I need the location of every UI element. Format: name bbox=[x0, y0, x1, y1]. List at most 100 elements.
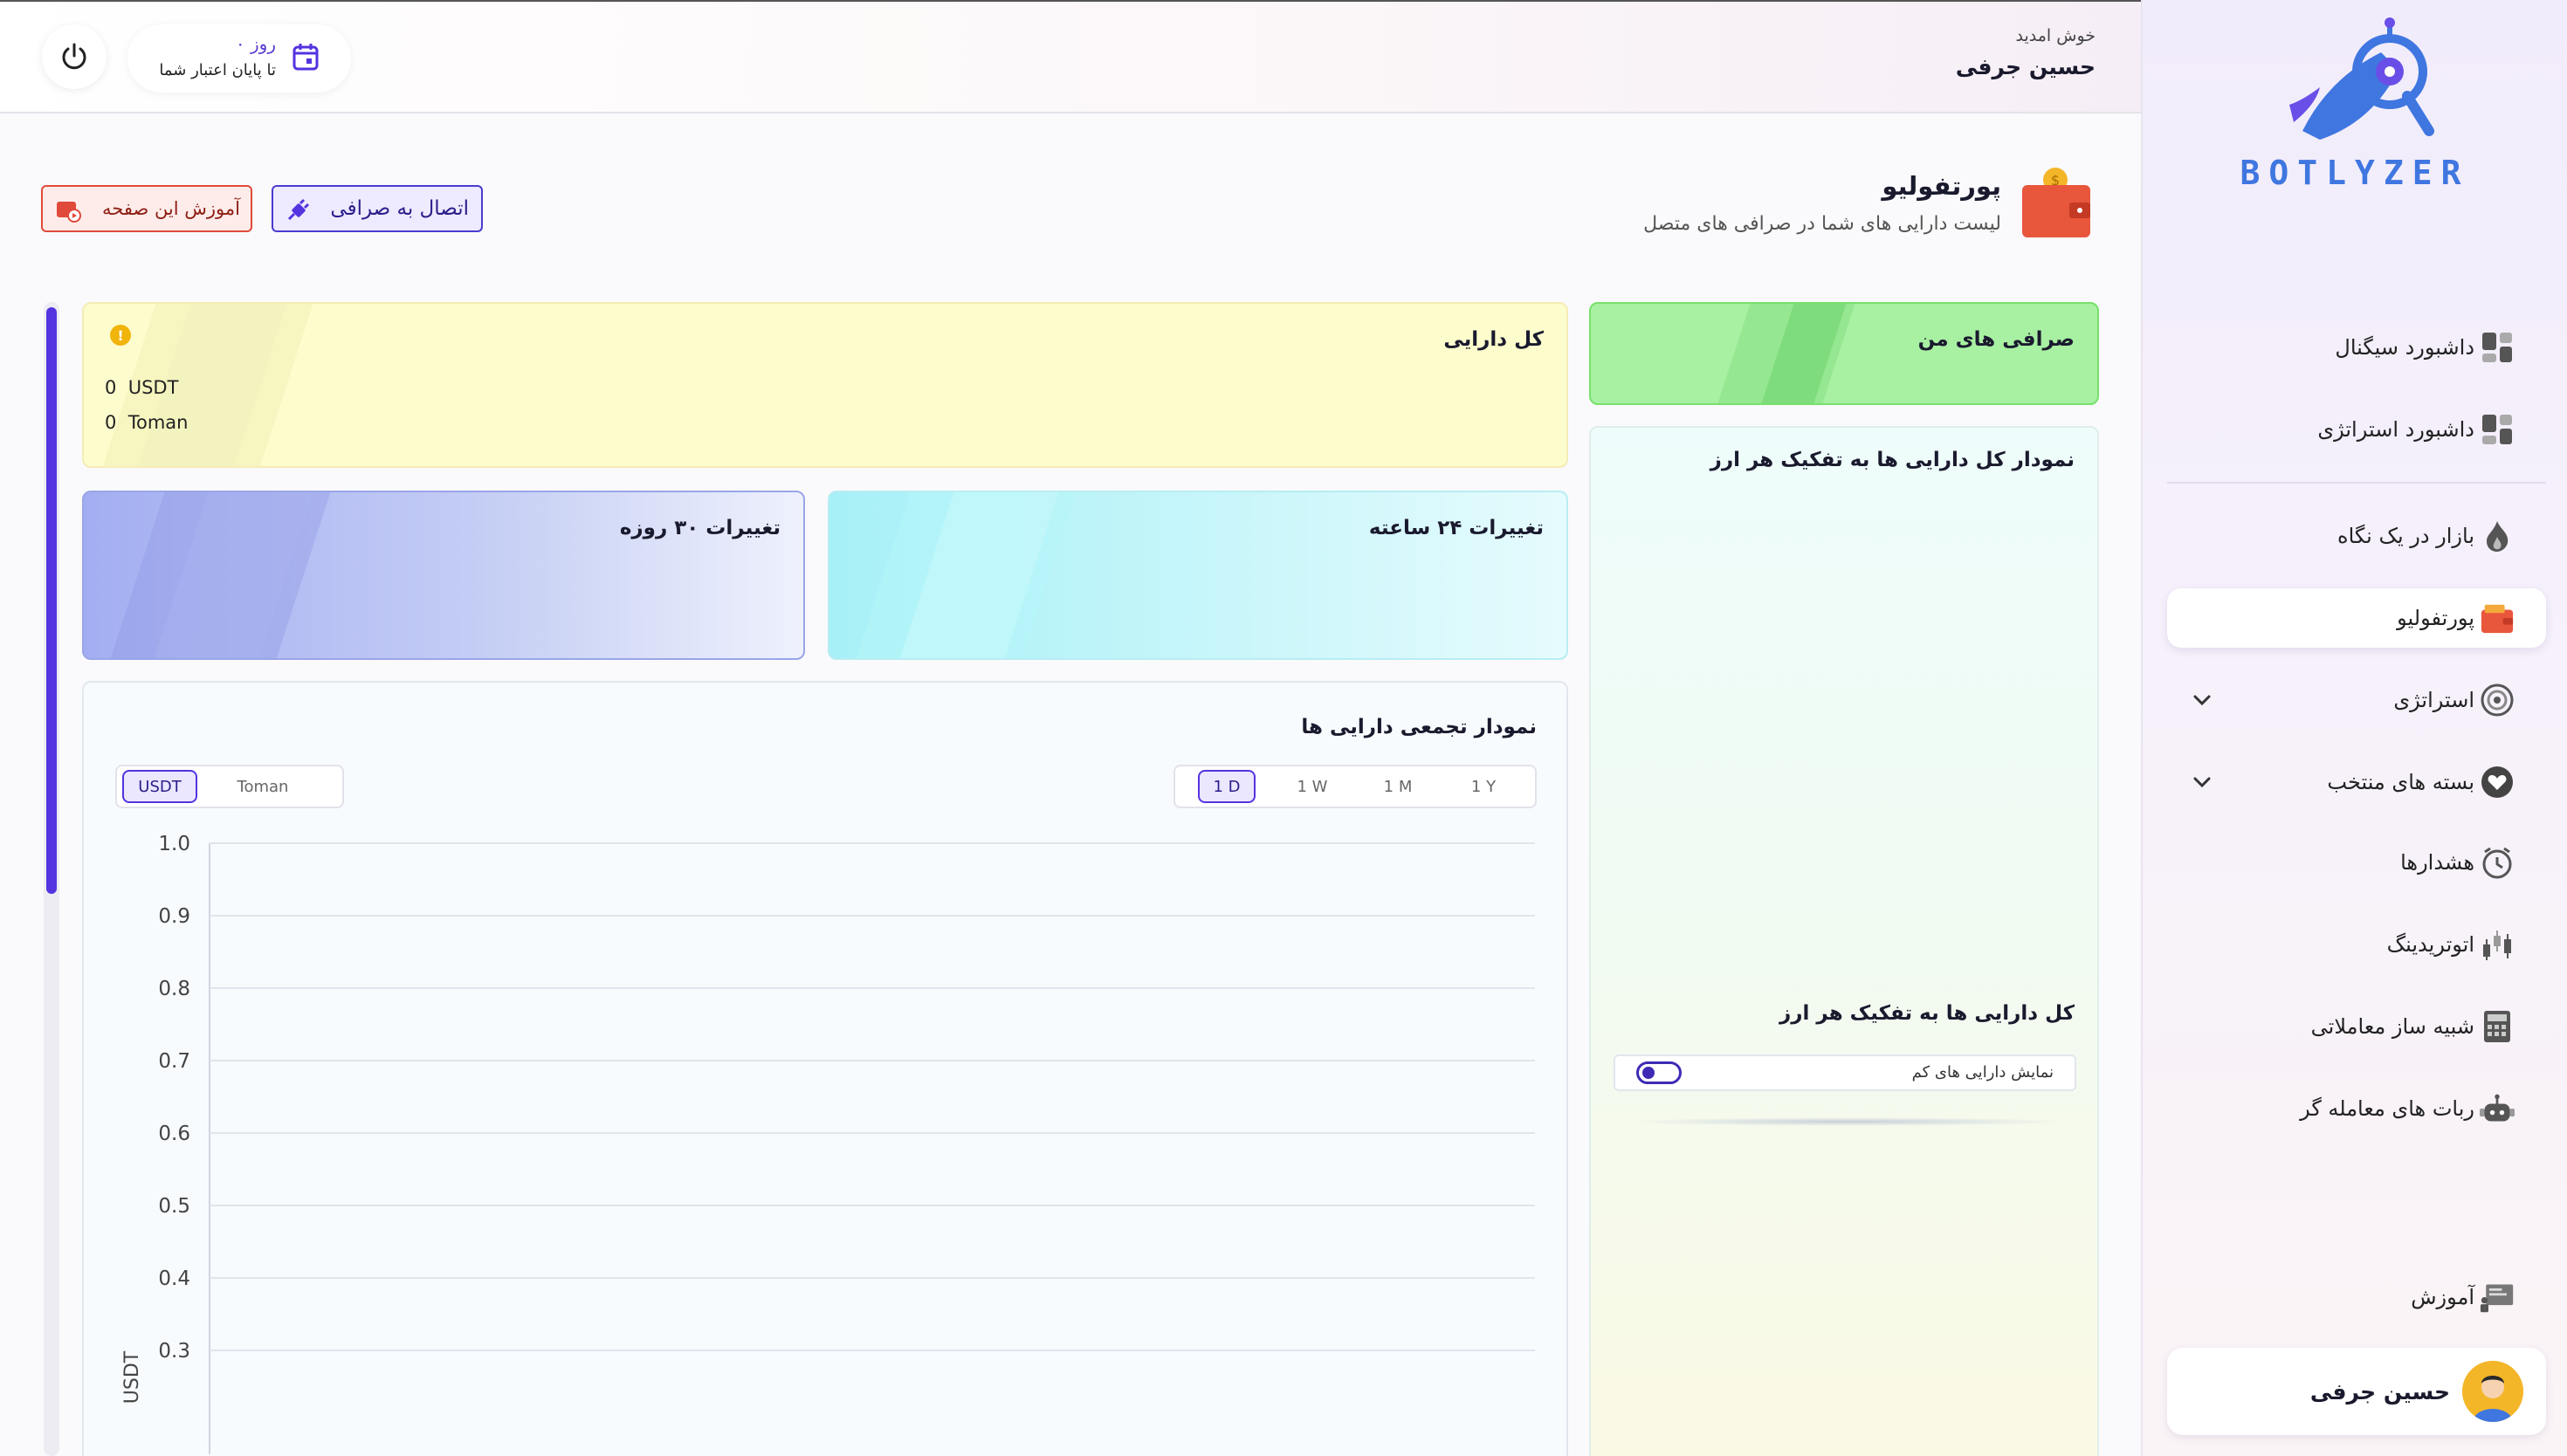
sidebar-item-portfolio[interactable]: پورتفولیو bbox=[2167, 588, 2546, 648]
total-usdt-unit: USDT bbox=[127, 377, 179, 398]
currency-switch: USDT Toman bbox=[115, 765, 344, 808]
chevron-down-icon[interactable] bbox=[2190, 770, 2214, 794]
currency-usdt-button[interactable]: USDT bbox=[122, 770, 197, 803]
range-1d-button[interactable]: 1 D bbox=[1198, 770, 1256, 803]
welcome-text: خوش امدید bbox=[2015, 26, 2096, 45]
small-assets-label: نمایش دارایی های کم bbox=[1911, 1063, 2054, 1082]
brand-logo[interactable]: BOTLYZER bbox=[2143, 17, 2567, 192]
change-30d-title: تغییرات ۳۰ روزه bbox=[619, 517, 781, 539]
total-assets-card: کل دارایی ! 0 USDT 0 Toman bbox=[82, 302, 1568, 468]
sidebar-item-alerts[interactable]: هشدارها bbox=[2167, 833, 2546, 892]
total-usdt-value: 0 bbox=[105, 377, 117, 398]
sidebar-item-strategy-dashboard[interactable]: داشبورد استراتژی bbox=[2167, 400, 2546, 459]
sidebar-item-label: بازار در یک نگاه bbox=[2337, 524, 2474, 548]
total-usdt-row: 0 USDT bbox=[105, 377, 178, 398]
sidebar-item-learning[interactable]: آموزش bbox=[2167, 1267, 2546, 1327]
candlestick-icon bbox=[2480, 927, 2515, 962]
sidebar-item-label: استراتژی bbox=[2393, 688, 2474, 712]
total-toman-row: 0 Toman bbox=[105, 412, 188, 433]
sidebar-item-selected-packages[interactable]: بسته های منتخب bbox=[2167, 752, 2546, 812]
sidebar-item-signal-dashboard[interactable]: داشبورد سیگنال bbox=[2167, 318, 2546, 377]
welcome-block: خوش امدید حسین جرفی bbox=[1956, 26, 2096, 79]
warning-icon[interactable]: ! bbox=[110, 325, 131, 346]
sidebar-item-label: آموزش bbox=[2411, 1285, 2474, 1309]
page: BOTLYZER داشبورد سیگنال داشبورد استراتژی… bbox=[0, 0, 2567, 1456]
breakdown-chart-title: نمودار کل دارایی ها به تفکیک هر ارز bbox=[1710, 449, 2075, 471]
cumulative-chart-card: نمودار تجمعی دارایی ها USDT Toman 1 D 1 … bbox=[82, 681, 1568, 1456]
robot-rocket-logo-icon bbox=[2289, 17, 2434, 140]
y-tick-label: 0.7 bbox=[158, 1050, 190, 1073]
page-tutorial-label: آموزش این صفحه bbox=[102, 198, 240, 219]
page-subtitle: لیست دارایی های شما در صرافی های متصل bbox=[1643, 213, 2001, 235]
dashboard-icon bbox=[2480, 330, 2515, 365]
sidebar-item-autotrading[interactable]: اتوتریدینگ bbox=[2167, 915, 2546, 974]
brand-wordmark: BOTLYZER bbox=[2240, 154, 2470, 192]
robot-icon bbox=[2480, 1091, 2515, 1126]
fire-icon bbox=[2480, 519, 2515, 553]
small-assets-toggle[interactable] bbox=[1636, 1061, 1682, 1084]
credit-badge[interactable]: ۰ روز تا پایان اعتبار شما bbox=[127, 24, 351, 93]
change-24h-title: تغییرات ۲۴ ساعته bbox=[1368, 517, 1544, 539]
my-exchanges-title: صرافی های من bbox=[1917, 328, 2075, 351]
y-tick-label: 0.6 bbox=[158, 1123, 190, 1145]
toggle-knob bbox=[1642, 1067, 1655, 1079]
sidebar-item-market-overview[interactable]: بازار در یک نگاه bbox=[2167, 506, 2546, 566]
wallet-icon bbox=[2480, 601, 2515, 635]
top-header: خوش امدید حسین جرفی ۰ روز تا پایان اعتبا… bbox=[0, 0, 2141, 113]
sidebar-divider bbox=[2167, 482, 2546, 484]
avatar bbox=[2462, 1361, 2523, 1422]
sidebar-item-label: اتوتریدینگ bbox=[2386, 932, 2474, 957]
sidebar-item-label: ربات های معامله گر bbox=[2300, 1096, 2474, 1121]
cumulative-chart-title: نمودار تجمعی دارایی ها bbox=[1301, 716, 1537, 738]
user-name: حسین جرفی bbox=[1955, 54, 2096, 79]
asset-breakdown-card: نمودار کل دارایی ها به تفکیک هر ارز کل د… bbox=[1589, 426, 2099, 1456]
sidebar-item-label: پورتفولیو bbox=[2397, 606, 2474, 630]
main-scrollbar[interactable] bbox=[44, 302, 59, 1456]
change-24h-card: تغییرات ۲۴ ساعته bbox=[828, 491, 1568, 660]
sidebar-item-label: داشبورد سیگنال bbox=[2335, 335, 2474, 360]
logout-button[interactable] bbox=[42, 24, 107, 89]
y-tick-label: 0.4 bbox=[158, 1267, 190, 1290]
profile-name: حسین جرفی bbox=[2309, 1378, 2450, 1404]
range-1m-button[interactable]: 1 M bbox=[1369, 770, 1427, 803]
sidebar-item-label: شبیه ساز معاملاتی bbox=[2310, 1014, 2474, 1039]
video-tutorial-icon bbox=[55, 198, 81, 227]
total-assets-title: کل دارایی bbox=[1443, 328, 1544, 351]
scrollbar-thumb[interactable] bbox=[46, 307, 57, 894]
wallet-icon: $ bbox=[2019, 162, 2094, 244]
currency-toman-button[interactable]: Toman bbox=[197, 770, 328, 803]
alarm-clock-icon bbox=[2480, 845, 2515, 880]
my-exchanges-card[interactable]: صرافی های من bbox=[1589, 302, 2099, 405]
y-tick-label: 0.8 bbox=[158, 978, 190, 1000]
y-tick-label: 0.9 bbox=[158, 905, 190, 928]
total-toman-value: 0 bbox=[105, 412, 117, 433]
calculator-icon bbox=[2480, 1009, 2515, 1044]
dashboard-icon bbox=[2480, 412, 2515, 447]
empty-pie-placeholder bbox=[1626, 1117, 2071, 1126]
power-icon bbox=[62, 43, 86, 70]
total-toman-unit: Toman bbox=[127, 412, 189, 433]
plug-icon bbox=[286, 198, 310, 228]
sidebar-item-strategy[interactable]: استراتژی bbox=[2167, 670, 2546, 730]
calendar-icon bbox=[292, 42, 320, 75]
y-tick-label: 0.5 bbox=[158, 1195, 190, 1218]
connect-exchange-button[interactable]: اتصال به صرافی bbox=[272, 185, 483, 232]
breakdown-list-title: کل دارایی ها به تفکیک هر ارز bbox=[1779, 1002, 2075, 1025]
credit-days: ۰ روز bbox=[235, 33, 276, 54]
profile-card[interactable]: حسین جرفی bbox=[2167, 1348, 2546, 1435]
sidebar-item-trading-bots[interactable]: ربات های معامله گر bbox=[2167, 1079, 2546, 1138]
y-tick-label: 0.3 bbox=[158, 1340, 190, 1363]
sidebar-item-trading-simulator[interactable]: شبیه ساز معاملاتی bbox=[2167, 997, 2546, 1056]
page-title: پورتفولیو bbox=[1882, 171, 2001, 201]
sidebar: BOTLYZER داشبورد سیگنال داشبورد استراتژی… bbox=[2141, 0, 2567, 1456]
sidebar-item-label: هشدارها bbox=[2400, 850, 2474, 875]
page-tutorial-button[interactable]: آموزش این صفحه bbox=[41, 185, 252, 232]
target-icon bbox=[2480, 683, 2515, 718]
y-axis-label: USDT bbox=[121, 1350, 143, 1404]
presentation-board-icon bbox=[2480, 1280, 2515, 1315]
chevron-down-icon[interactable] bbox=[2190, 688, 2214, 712]
range-switch: 1 D 1 W 1 M 1 Y bbox=[1173, 765, 1537, 808]
range-1w-button[interactable]: 1 W bbox=[1284, 770, 1341, 803]
range-1y-button[interactable]: 1 Y bbox=[1455, 770, 1512, 803]
heart-icon bbox=[2480, 765, 2515, 800]
